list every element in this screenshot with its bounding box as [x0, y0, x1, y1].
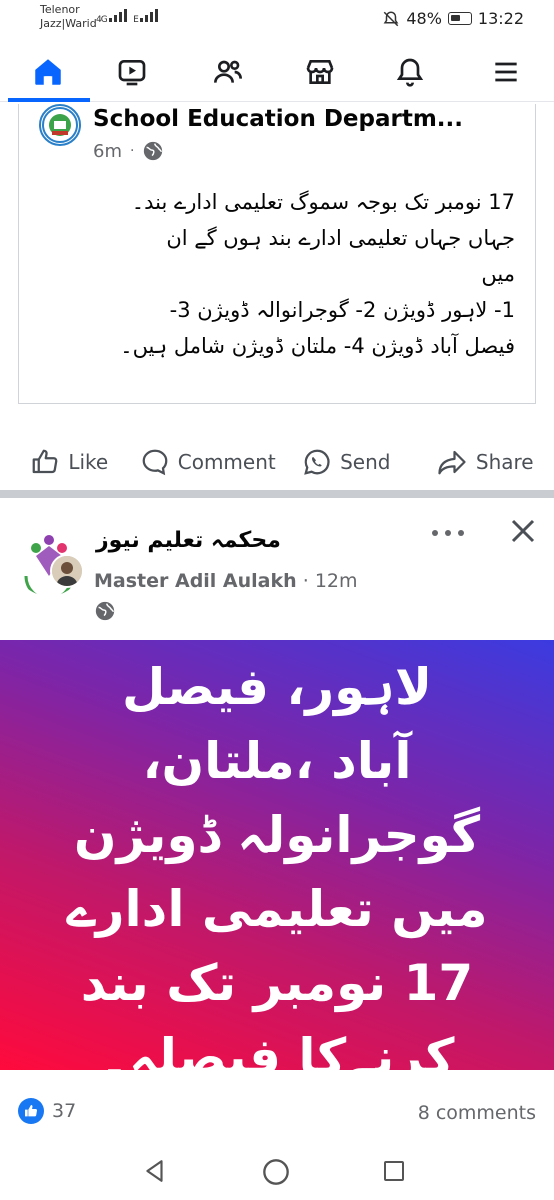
- more-options-button[interactable]: [430, 516, 466, 544]
- post-banner-image[interactable]: لاہور، فیصل آباد ،ملتان، گوجرانولہ ڈویژن…: [0, 640, 554, 1070]
- thumbs-up-icon: [32, 449, 58, 474]
- nav-home[interactable]: [26, 52, 70, 92]
- send-label: Send: [340, 450, 391, 474]
- video-icon: [118, 60, 146, 86]
- more-dots-icon: [432, 530, 464, 536]
- privacy-globe: [94, 600, 116, 626]
- system-nav-bar: [0, 1142, 554, 1200]
- carrier-1: Telenor: [40, 3, 80, 16]
- back-button[interactable]: [142, 1158, 168, 1188]
- nav-marketplace[interactable]: [298, 52, 342, 92]
- globe-icon: [95, 601, 115, 621]
- person-avatar-icon: [52, 556, 82, 586]
- nav-menu[interactable]: [484, 52, 528, 92]
- mute-bell-icon: [383, 10, 399, 26]
- signal-strength-icon: [108, 9, 127, 22]
- like-label: Like: [68, 450, 109, 474]
- signal-icons: 4G E: [96, 8, 162, 25]
- globe-icon: [144, 141, 163, 161]
- page-logo-icon: [42, 107, 78, 143]
- page-name[interactable]: School Education Departm...: [93, 106, 463, 132]
- carrier-2: Jazz|Warid: [40, 17, 97, 30]
- nav-notifications[interactable]: [388, 52, 432, 92]
- nav-video[interactable]: [110, 52, 154, 92]
- recents-square-icon: [384, 1161, 404, 1181]
- network-type-1: 4G: [96, 15, 108, 25]
- separator-dot: ·: [302, 570, 309, 592]
- author-avatar[interactable]: [50, 554, 84, 588]
- share-label: Share: [475, 450, 534, 474]
- reaction-count: 37: [52, 1100, 77, 1122]
- home-button[interactable]: [262, 1158, 290, 1190]
- post-meta: 6m ·: [93, 140, 164, 162]
- status-bar: Telenor Jazz|Warid 4G E 48% 13:22: [0, 0, 554, 40]
- shared-post-card[interactable]: School Education Departm... 6m · 17 نومب…: [18, 104, 536, 404]
- post-body-text: 17 نومبر تک بوجہ سموگ تعلیمی ادارے بند۔ …: [120, 190, 515, 358]
- like-button[interactable]: Like: [0, 440, 139, 484]
- like-reaction-icon: [18, 1098, 44, 1124]
- share-arrow-icon: [438, 450, 466, 475]
- post-group: محکمہ تعلیم نیوز Master Adil Aulakh · 12…: [0, 498, 554, 1200]
- group-name[interactable]: محکمہ تعلیم نیوز: [96, 528, 281, 553]
- battery-percent: 48%: [406, 9, 442, 28]
- post-divider: [0, 490, 554, 498]
- page-avatar[interactable]: [39, 104, 81, 146]
- post-time: 12m: [314, 570, 358, 592]
- battery-icon: [447, 12, 472, 25]
- friends-icon: [214, 60, 242, 83]
- carrier-info: Telenor Jazz|Warid: [40, 3, 97, 31]
- hamburger-menu-icon: [495, 62, 517, 82]
- hide-post-button[interactable]: [508, 516, 538, 550]
- thumbs-up-icon: [25, 1105, 38, 1117]
- comment-label: Comment: [177, 450, 276, 474]
- reactions-summary[interactable]: 37: [18, 1098, 76, 1124]
- comment-icon: [142, 449, 168, 476]
- whatsapp-icon: [304, 449, 330, 475]
- home-circle-icon: [263, 1159, 289, 1185]
- signal-strength-icon-2: [139, 9, 158, 22]
- post-shared-page: School Education Departm... 6m · 17 نومب…: [0, 104, 554, 484]
- clock: 13:22: [477, 9, 524, 28]
- author-name[interactable]: Master Adil Aulakh: [94, 570, 297, 592]
- nav-active-indicator: [8, 98, 90, 102]
- author-line: Master Adil Aulakh · 12m: [94, 570, 358, 592]
- bell-icon: [396, 58, 424, 87]
- close-icon: [511, 519, 535, 543]
- nav-friends[interactable]: [206, 52, 250, 92]
- send-button[interactable]: Send: [277, 440, 416, 484]
- post-actions: Like Comment Send Share: [0, 440, 554, 484]
- post-time: 6m: [93, 140, 122, 162]
- top-nav: [0, 40, 554, 102]
- network-type-2: E: [133, 15, 139, 25]
- comment-button[interactable]: Comment: [139, 440, 278, 484]
- status-right: 48% 13:22: [382, 9, 524, 28]
- banner-text: لاہور، فیصل آباد ،ملتان، گوجرانولہ ڈویژن…: [66, 658, 488, 1070]
- separator-dot: ·: [130, 143, 135, 159]
- home-icon: [35, 59, 61, 85]
- back-triangle-icon: [146, 1160, 163, 1182]
- marketplace-icon: [306, 60, 334, 84]
- comments-count[interactable]: 8 comments: [418, 1102, 536, 1124]
- recents-button[interactable]: [382, 1159, 406, 1187]
- share-button[interactable]: Share: [416, 440, 554, 484]
